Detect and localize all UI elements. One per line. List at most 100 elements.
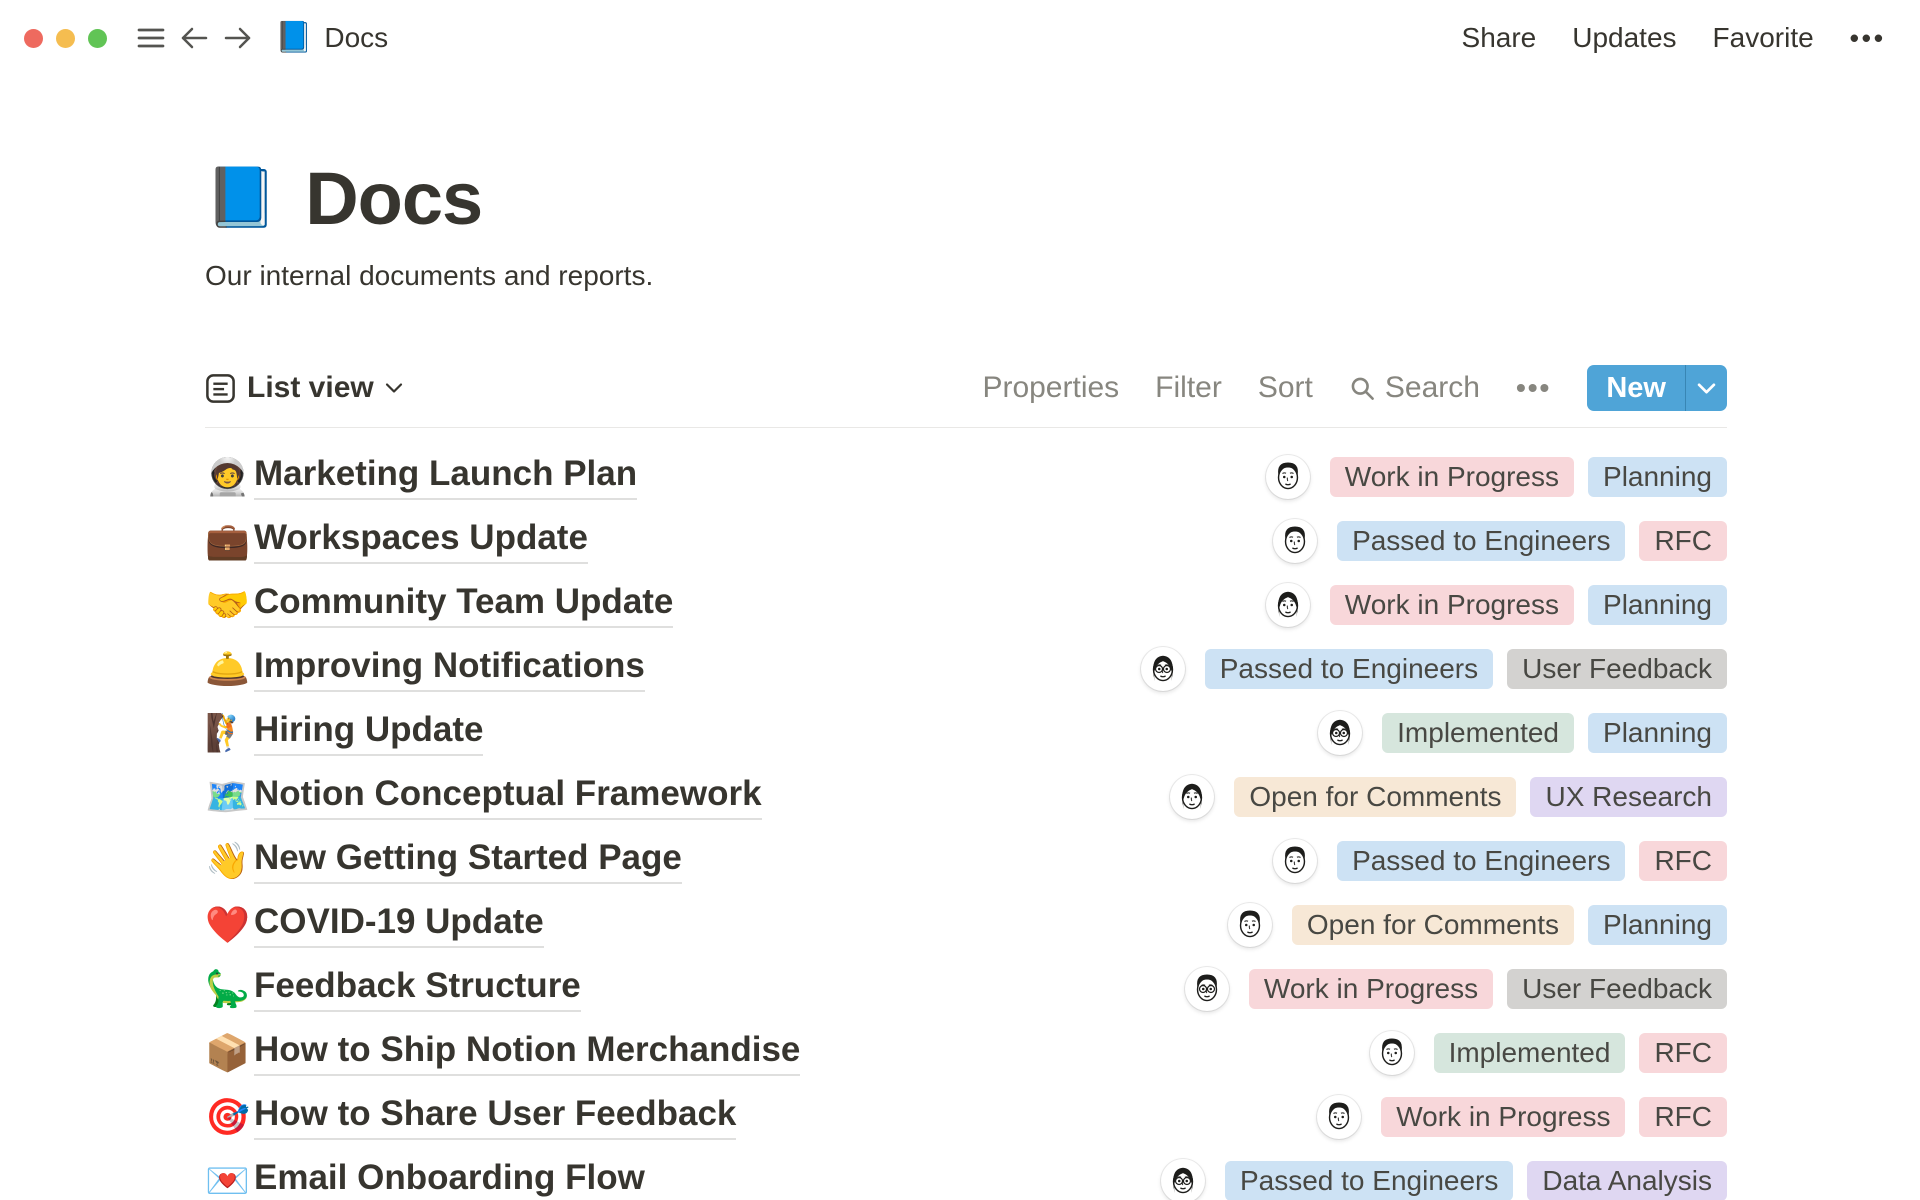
status-badge[interactable]: Work in Progress (1249, 969, 1493, 1009)
status-badge[interactable]: Work in Progress (1330, 585, 1574, 625)
page-emoji-icon: 🧗 (205, 715, 254, 751)
table-row[interactable]: 👋 New Getting Started Page Passed to Eng… (205, 829, 1727, 893)
table-row[interactable]: 💌 Email Onboarding Flow Passed to Engine… (205, 1149, 1727, 1200)
person-avatar[interactable] (1317, 1095, 1361, 1139)
table-row[interactable]: 📦 How to Ship Notion Merchandise Impleme… (205, 1021, 1727, 1085)
category-badge[interactable]: User Feedback (1507, 969, 1727, 1009)
page-title-link[interactable]: Notion Conceptual Framework (254, 774, 762, 820)
person-avatar[interactable] (1273, 839, 1317, 883)
person-avatar[interactable] (1161, 1159, 1205, 1200)
page-icon[interactable]: 📘 (205, 169, 277, 227)
page-description[interactable]: Our internal documents and reports. (205, 260, 1727, 294)
page-title-link[interactable]: Marketing Launch Plan (254, 454, 637, 500)
table-row[interactable]: 🤝 Community Team Update Work in Progress… (205, 573, 1727, 637)
person-avatar[interactable] (1266, 583, 1310, 627)
list-view-icon (205, 373, 236, 404)
filter-button[interactable]: Filter (1155, 371, 1222, 405)
category-badge[interactable]: RFC (1639, 521, 1727, 561)
category-badge[interactable]: Data Analysis (1527, 1161, 1727, 1200)
page-emoji-icon: 🤝 (205, 587, 254, 623)
page-emoji-icon: 🦕 (205, 971, 254, 1007)
category-badge[interactable]: RFC (1639, 1097, 1727, 1137)
page-title-link[interactable]: Community Team Update (254, 582, 673, 628)
person-avatar[interactable] (1318, 711, 1362, 755)
status-badge[interactable]: Implemented (1382, 713, 1574, 753)
category-badge[interactable]: UX Research (1530, 777, 1727, 817)
person-avatar[interactable] (1141, 647, 1185, 691)
document-list: 🧑‍🚀 Marketing Launch Plan Work in Progre… (205, 428, 1727, 1200)
chevron-down-icon (1697, 382, 1716, 395)
page-emoji-icon: 🗺️ (205, 779, 254, 815)
status-badge[interactable]: Open for Comments (1234, 777, 1516, 817)
category-badge[interactable]: Planning (1588, 457, 1727, 497)
table-row[interactable]: ❤️ COVID-19 Update Open for Comments Pla… (205, 893, 1727, 957)
updates-button[interactable]: Updates (1572, 22, 1676, 54)
sidebar-toggle-icon[interactable] (137, 27, 165, 49)
breadcrumb-title: Docs (324, 22, 388, 54)
table-row[interactable]: 🎯 How to Share User Feedback Work in Pro… (205, 1085, 1727, 1149)
breadcrumb[interactable]: 📘 Docs (275, 22, 388, 54)
status-badge[interactable]: Work in Progress (1381, 1097, 1625, 1137)
category-badge[interactable]: Planning (1588, 713, 1727, 753)
forward-arrow-icon[interactable] (223, 26, 253, 50)
page-emoji-icon: ❤️ (205, 907, 254, 943)
new-dropdown-button[interactable] (1685, 365, 1727, 411)
page-emoji-icon: 🎯 (205, 1099, 254, 1135)
category-badge[interactable]: RFC (1639, 841, 1727, 881)
status-badge[interactable]: Passed to Engineers (1337, 841, 1625, 881)
person-avatar[interactable] (1370, 1031, 1414, 1075)
page-title-link[interactable]: New Getting Started Page (254, 838, 682, 884)
page-title-link[interactable]: Workspaces Update (254, 518, 588, 564)
back-arrow-icon[interactable] (179, 26, 209, 50)
search-button[interactable]: Search (1349, 371, 1480, 405)
person-avatar[interactable] (1266, 455, 1310, 499)
toolbar-more-icon[interactable]: ••• (1516, 372, 1551, 404)
share-button[interactable]: Share (1462, 22, 1537, 54)
more-options-icon[interactable]: ••• (1850, 23, 1886, 54)
person-avatar[interactable] (1228, 903, 1272, 947)
table-row[interactable]: 🛎️ Improving Notifications Passed to Eng… (205, 637, 1727, 701)
table-row[interactable]: 💼 Workspaces Update Passed to Engineers … (205, 509, 1727, 573)
status-badge[interactable]: Open for Comments (1292, 905, 1574, 945)
view-label: List view (247, 371, 374, 405)
table-row[interactable]: 🧑‍🚀 Marketing Launch Plan Work in Progre… (205, 445, 1727, 509)
status-badge[interactable]: Passed to Engineers (1205, 649, 1493, 689)
window-titlebar: 📘 Docs Share Updates Favorite ••• (0, 0, 1920, 76)
person-avatar[interactable] (1185, 967, 1229, 1011)
page-title-link[interactable]: Improving Notifications (254, 646, 645, 692)
page-title-link[interactable]: Email Onboarding Flow (254, 1158, 645, 1200)
table-row[interactable]: 🧗 Hiring Update Implemented Planning (205, 701, 1727, 765)
properties-button[interactable]: Properties (982, 371, 1119, 405)
table-row[interactable]: 🦕 Feedback Structure Work in Progress Us… (205, 957, 1727, 1021)
page-emoji-icon: 💼 (205, 523, 254, 559)
page-title[interactable]: Docs (305, 156, 482, 241)
person-avatar[interactable] (1273, 519, 1317, 563)
category-badge[interactable]: Planning (1588, 585, 1727, 625)
traffic-light-minimize-button[interactable] (56, 29, 75, 48)
person-avatar[interactable] (1170, 775, 1214, 819)
page-title-link[interactable]: How to Ship Notion Merchandise (254, 1030, 800, 1076)
page-title-link[interactable]: How to Share User Feedback (254, 1094, 736, 1140)
status-badge[interactable]: Passed to Engineers (1337, 521, 1625, 561)
category-badge[interactable]: Planning (1588, 905, 1727, 945)
page-title-link[interactable]: COVID-19 Update (254, 902, 544, 948)
search-label: Search (1385, 371, 1480, 405)
page-title-link[interactable]: Hiring Update (254, 710, 483, 756)
category-badge[interactable]: User Feedback (1507, 649, 1727, 689)
page-emoji-icon: 📦 (205, 1035, 254, 1071)
page-emoji-icon: 📘 (275, 23, 312, 53)
status-badge[interactable]: Implemented (1434, 1033, 1626, 1073)
table-row[interactable]: 🗺️ Notion Conceptual Framework Open for … (205, 765, 1727, 829)
traffic-light-close-button[interactable] (24, 29, 43, 48)
page-title-link[interactable]: Feedback Structure (254, 966, 581, 1012)
new-button[interactable]: New (1587, 365, 1685, 411)
status-badge[interactable]: Passed to Engineers (1225, 1161, 1513, 1200)
database-toolbar: List view Properties Filter Sort Search … (205, 364, 1727, 412)
favorite-button[interactable]: Favorite (1713, 22, 1814, 54)
sort-button[interactable]: Sort (1258, 371, 1313, 405)
traffic-light-zoom-button[interactable] (88, 29, 107, 48)
status-badge[interactable]: Work in Progress (1330, 457, 1574, 497)
category-badge[interactable]: RFC (1639, 1033, 1727, 1073)
page-emoji-icon: 🛎️ (205, 651, 254, 687)
view-switcher[interactable]: List view (205, 371, 403, 405)
